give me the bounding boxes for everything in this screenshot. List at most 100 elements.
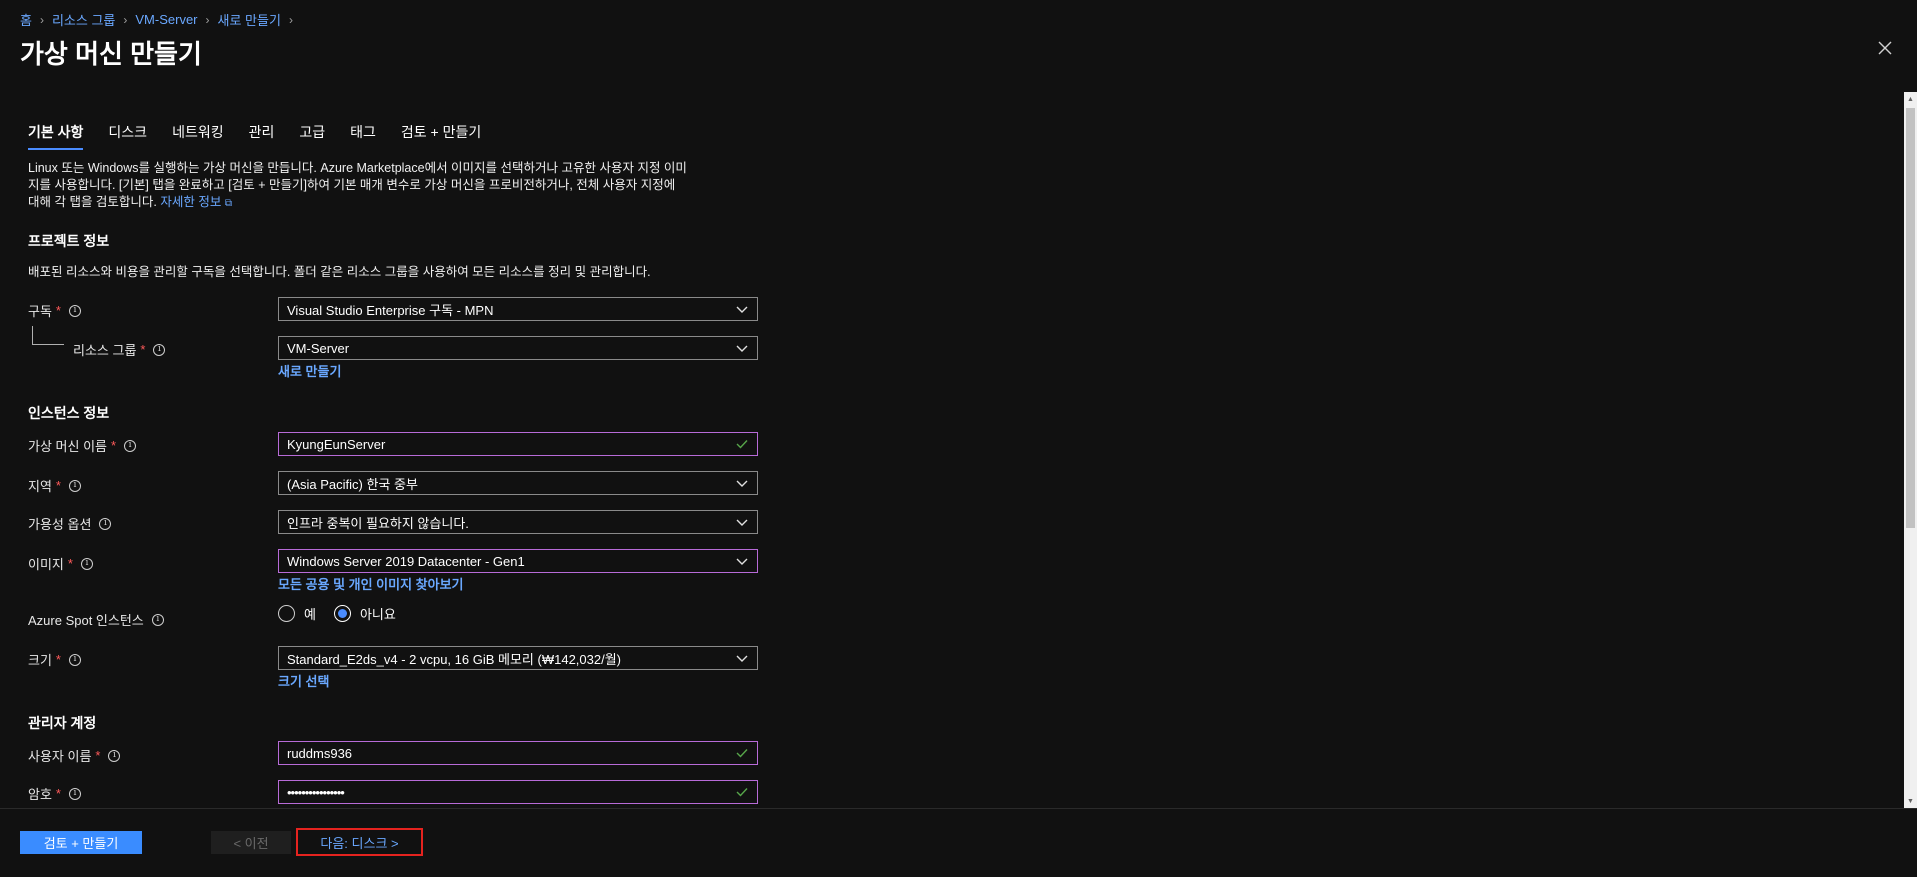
breadcrumb: 홈 › 리소스 그룹 › VM-Server › 새로 만들기 › — [20, 10, 301, 29]
info-icon[interactable]: i — [80, 557, 93, 570]
subscription-label: 구독 * i — [28, 301, 81, 320]
tab-management[interactable]: 관리 — [249, 120, 275, 150]
region-select[interactable]: (Asia Pacific) 한국 중부 — [278, 471, 758, 495]
password-value: •••••••••••••••• — [287, 784, 345, 800]
intro-line-text: 대해 각 탭을 검토합니다. — [28, 195, 157, 209]
next-disks-button[interactable]: 다음: 디스크 > — [296, 828, 423, 856]
scroll-down-icon[interactable]: ▼ — [1904, 794, 1917, 808]
required-mark: * — [140, 342, 146, 357]
resource-group-label: 리소스 그룹 * i — [73, 340, 166, 359]
required-mark: * — [110, 438, 117, 453]
next-disks-label: 다음: 디스크 > — [320, 835, 399, 851]
info-icon[interactable]: i — [99, 517, 112, 530]
vm-name-value: KyungEunServer — [287, 436, 386, 452]
tab-basics[interactable]: 기본 사항 — [28, 120, 84, 150]
required-mark: * — [67, 556, 73, 571]
close-icon — [1878, 41, 1892, 55]
intro-line: 대해 각 탭을 검토합니다. 자세한 정보 ⧉ — [28, 194, 758, 212]
intro-line: 지를 사용합니다. [기본] 탭을 완료하고 [검토 + 만들기]하여 기본 매… — [28, 178, 676, 192]
scroll-thumb[interactable] — [1906, 108, 1915, 528]
breadcrumb-create-new[interactable]: 새로 만들기 — [218, 10, 281, 29]
required-mark: * — [95, 748, 101, 763]
subscription-select[interactable]: Visual Studio Enterprise 구독 - MPN — [278, 297, 758, 321]
vertical-scrollbar[interactable]: ▲ ▼ — [1904, 92, 1917, 808]
project-details-heading: 프로젝트 정보 — [28, 233, 110, 249]
vm-name-input[interactable]: KyungEunServer — [278, 432, 758, 456]
availability-value: 인프라 중복이 필요하지 않습니다. — [287, 515, 469, 531]
intro-line: Linux 또는 Windows를 실행하는 가상 머신을 만듭니다. Azur… — [28, 161, 687, 175]
username-input[interactable]: ruddms936 — [278, 741, 758, 765]
select-size-link[interactable]: 크기 선택 — [278, 671, 329, 690]
password-input[interactable]: •••••••••••••••• — [278, 780, 758, 804]
info-icon[interactable]: i — [68, 479, 81, 492]
create-new-resource-group-link[interactable]: 새로 만들기 — [278, 361, 341, 380]
tab-review-create[interactable]: 검토 + 만들기 — [401, 120, 481, 150]
tab-disks[interactable]: 디스크 — [108, 120, 147, 150]
tab-bar: 기본 사항 디스크 네트워킹 관리 고급 태그 검토 + 만들기 — [28, 120, 506, 150]
username-label: 사용자 이름 * i — [28, 746, 121, 765]
size-select[interactable]: Standard_E2ds_v4 - 2 vcpu, 16 GiB 메모리 (₩… — [278, 646, 758, 670]
availability-label-text: 가용성 옵션 — [28, 517, 92, 532]
password-label: 암호 * i — [28, 784, 81, 803]
checkmark-icon — [736, 440, 748, 449]
chevron-down-icon — [736, 480, 748, 487]
page-title: 가상 머신 만들기 — [20, 39, 202, 69]
availability-label: 가용성 옵션 i — [28, 514, 112, 533]
chevron-down-icon — [736, 558, 748, 565]
info-icon[interactable]: i — [68, 653, 81, 666]
breadcrumb-vm-server[interactable]: VM-Server — [135, 12, 197, 27]
size-label: 크기 * i — [28, 650, 81, 669]
spot-label: Azure Spot 인스턴스 i — [28, 610, 164, 629]
required-mark: * — [55, 652, 61, 667]
tab-networking[interactable]: 네트워킹 — [172, 120, 224, 150]
image-label: 이미지 * i — [28, 554, 93, 573]
checkmark-icon — [736, 749, 748, 758]
password-label-text: 암호 — [28, 787, 52, 802]
close-button[interactable] — [1875, 38, 1895, 58]
footer-divider — [0, 808, 1917, 809]
learn-more-link[interactable]: 자세한 정보 ⧉ — [160, 195, 232, 209]
spot-label-text: Azure Spot 인스턴스 — [28, 613, 144, 628]
review-create-button[interactable]: 검토 + 만들기 — [20, 831, 142, 854]
admin-account-heading: 관리자 계정 — [28, 715, 97, 731]
info-icon[interactable]: i — [68, 787, 81, 800]
info-icon[interactable]: i — [151, 613, 164, 626]
image-label-text: 이미지 — [28, 557, 64, 572]
resource-group-select[interactable]: VM-Server — [278, 336, 758, 360]
breadcrumb-home[interactable]: 홈 — [20, 10, 32, 29]
spot-yes-label: 예 — [304, 607, 316, 622]
info-icon[interactable]: i — [153, 343, 166, 356]
required-mark: * — [55, 303, 61, 318]
browse-images-link[interactable]: 모든 공용 및 개인 이미지 찾아보기 — [278, 574, 464, 593]
spot-radio-group: 예 아니요 — [278, 604, 414, 623]
username-label-text: 사용자 이름 — [28, 749, 92, 764]
breadcrumb-resource-groups[interactable]: 리소스 그룹 — [52, 10, 115, 29]
instance-details-heading: 인스턴스 정보 — [28, 405, 110, 421]
size-value: Standard_E2ds_v4 - 2 vcpu, 16 GiB 메모리 (₩… — [287, 651, 621, 667]
resource-group-value: VM-Server — [287, 340, 350, 356]
resource-group-label-text: 리소스 그룹 — [73, 343, 137, 358]
info-icon[interactable]: i — [124, 439, 137, 452]
project-details-desc: 배포된 리소스와 비용을 관리할 구독을 선택합니다. 폴더 같은 리소스 그룹… — [28, 265, 651, 279]
subscription-label-text: 구독 — [28, 304, 52, 319]
chevron-right-icon: › — [123, 12, 128, 27]
chevron-down-icon — [736, 519, 748, 526]
availability-select[interactable]: 인프라 중복이 필요하지 않습니다. — [278, 510, 758, 534]
scroll-up-icon[interactable]: ▲ — [1904, 92, 1917, 106]
image-select[interactable]: Windows Server 2019 Datacenter - Gen1 — [278, 549, 758, 573]
tree-connector — [32, 326, 33, 344]
spot-yes-radio[interactable] — [278, 605, 295, 622]
required-mark: * — [55, 478, 61, 493]
tab-advanced[interactable]: 고급 — [299, 120, 325, 150]
required-mark: * — [55, 786, 61, 801]
region-value: (Asia Pacific) 한국 중부 — [287, 476, 418, 492]
checkmark-icon — [736, 788, 748, 797]
chevron-right-icon: › — [39, 12, 44, 27]
tab-tags[interactable]: 태그 — [350, 120, 376, 150]
chevron-right-icon: › — [288, 12, 293, 27]
spot-no-radio[interactable] — [333, 605, 351, 622]
previous-button[interactable]: < 이전 — [211, 831, 291, 854]
info-icon[interactable]: i — [108, 749, 121, 762]
intro-text: Linux 또는 Windows를 실행하는 가상 머신을 만듭니다. Azur… — [28, 160, 758, 212]
info-icon[interactable]: i — [68, 304, 81, 317]
